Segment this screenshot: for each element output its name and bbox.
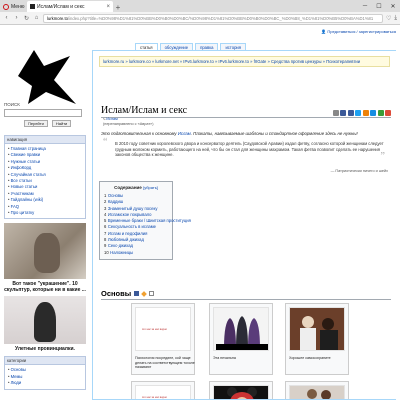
nav-item[interactable]: Про цитатку <box>8 210 82 216</box>
toc-item[interactable]: 10 Наложницы <box>104 250 168 256</box>
parent-link[interactable]: Ислам <box>106 117 118 121</box>
heart-icon[interactable]: ♡ <box>386 15 391 22</box>
go-button[interactable]: Перейти <box>24 120 48 127</box>
search-label: ПОИСК <box>4 102 20 107</box>
ad-image-sculpture[interactable] <box>4 223 86 280</box>
gallery-image-cartoon[interactable] <box>213 385 269 399</box>
share-section-icon[interactable] <box>134 291 140 296</box>
navigation-list: Главная страница Свежие правки Нужные ст… <box>4 144 86 220</box>
quote-open-icon: “ <box>103 137 108 148</box>
gallery-caption: Хорошее самосохраните <box>289 356 331 360</box>
mirror-links[interactable]: lurkmore.ru » lurkmore.co » lurkmore.net… <box>99 56 390 67</box>
toc-title: Содержание <box>114 185 142 190</box>
gallery-image-men[interactable] <box>289 307 345 351</box>
gallery-image[interactable]: это нас за нас видно <box>135 307 191 351</box>
gallery-item[interactable] <box>209 381 273 399</box>
edit-pencil-icon[interactable] <box>141 290 147 297</box>
url-path: /index.php?title=%D0%98%D1%81%D0%BB%D0%B… <box>67 15 374 21</box>
web-page: 👤 Представиться / зарегистрироваться ста… <box>0 26 400 400</box>
redirect-text: (перенаправлено с «Аврат») <box>103 122 154 126</box>
share-icons <box>332 110 391 116</box>
new-tab-button[interactable]: + <box>113 3 123 12</box>
download-icon[interactable]: ⤓ <box>394 15 397 22</box>
window-controls: ─ ☐ ✕ <box>358 0 400 12</box>
quote-close-icon: ” <box>380 151 385 163</box>
quote-source[interactable]: — Патриотически ничего и шейх <box>331 169 388 173</box>
gallery-image-kids[interactable] <box>289 385 345 399</box>
address-bar: ‹ › ↻ ⌂ lurkmore.to /index.php?title=%D0… <box>0 12 400 25</box>
odnoklassniki-icon[interactable] <box>362 110 369 116</box>
url-domain: lurkmore.to <box>47 15 68 21</box>
quote-block: “ В 2010 году советник королевского двор… <box>103 137 389 163</box>
opera-icon <box>3 3 9 10</box>
categories-title: категории <box>4 356 86 366</box>
twitter-icon[interactable] <box>355 110 361 116</box>
gallery-item[interactable]: это нас за нас видно Психология посредин… <box>131 303 195 375</box>
section-title: Основы <box>101 289 132 298</box>
lurkmore-logo[interactable] <box>10 46 80 106</box>
categories-list: Основы Мемы Люди <box>4 365 86 390</box>
forward-icon[interactable]: › <box>13 15 20 21</box>
gallery-caption: Эта печальна <box>213 356 236 360</box>
tab-bar: Меню Ислам/Ислам и секс × + ─ ☐ ✕ <box>0 0 400 12</box>
section-divider <box>101 299 391 300</box>
back-icon[interactable]: ‹ <box>3 15 10 21</box>
ad-image-woman[interactable] <box>4 296 86 345</box>
section-heading: Основы <box>101 289 155 298</box>
minimize-button[interactable]: ─ <box>358 3 372 9</box>
toc-toggle[interactable]: [убрать] <box>143 185 158 190</box>
googleplus-icon[interactable] <box>385 110 391 116</box>
mailru-icon[interactable] <box>370 110 376 116</box>
window-close-button[interactable]: ✕ <box>386 3 400 10</box>
intro-link[interactable]: Ислам <box>178 131 191 136</box>
gallery-item[interactable]: это нас за нас видно <box>131 381 195 399</box>
quote-text: В 2010 году советник королевского двора … <box>115 141 384 158</box>
redirect-note: ⤷ Ислам (перенаправлено с «Аврат») <box>103 117 154 126</box>
category-item[interactable]: Люди <box>8 380 82 386</box>
gallery-item[interactable] <box>285 381 349 399</box>
table-of-contents: Содержание [убрать] 1 Основы 2 Каддиш 3 Зна… <box>99 181 191 260</box>
gallery-image-women[interactable] <box>213 307 269 351</box>
lurkmore-favicon-icon <box>30 4 35 9</box>
livejournal-icon[interactable] <box>377 110 384 116</box>
ad-caption[interactable]: Вот такое "украшение". 10 скульптур, кот… <box>4 281 86 293</box>
gallery-image[interactable]: это нас за нас видно <box>135 385 191 399</box>
gallery-item[interactable]: Эта печальна <box>209 303 273 375</box>
reload-icon[interactable]: ↻ <box>23 15 30 22</box>
facebook-icon[interactable] <box>347 110 354 116</box>
vk-icon[interactable] <box>340 110 346 116</box>
print-icon[interactable] <box>332 110 339 116</box>
find-button[interactable]: Найти <box>51 120 72 127</box>
ad-caption-2[interactable]: Улетные провинциалки. <box>4 346 86 352</box>
navigation-title: навигация <box>4 135 86 144</box>
home-icon[interactable]: ⌂ <box>33 15 40 21</box>
tab-active[interactable]: Ислам/Ислам и секс × <box>27 1 113 12</box>
opera-menu-button[interactable]: Меню <box>0 1 27 12</box>
gallery-caption: Психология посредине, кой чаще делать на… <box>135 356 195 370</box>
edit-section-icon[interactable] <box>149 291 155 296</box>
intro-note: Это подготовительная к основному Ислам. … <box>101 131 358 136</box>
page-title: Ислам/Ислам и секс <box>101 105 188 116</box>
gallery-item[interactable]: Хорошее самосохраните <box>285 303 349 375</box>
tab-close-icon[interactable]: × <box>106 4 110 10</box>
person-icon: 👤 <box>321 29 327 34</box>
article-content: lurkmore.ru » lurkmore.co » lurkmore.net… <box>92 50 396 400</box>
login-link[interactable]: Представиться / зарегистрироваться <box>327 29 396 34</box>
personal-tools[interactable]: 👤 Представиться / зарегистрироваться <box>321 29 396 34</box>
url-field[interactable]: lurkmore.to /index.php?title=%D0%98%D1%8… <box>43 13 383 23</box>
tab-title: Ислам/Ислам и секс <box>37 3 85 10</box>
search-input[interactable] <box>4 109 82 117</box>
sidebar: ПОИСК Перейти Найти навигация Главная ст… <box>4 102 86 390</box>
menu-label: Меню <box>11 3 25 10</box>
maximize-button[interactable]: ☐ <box>372 3 386 10</box>
